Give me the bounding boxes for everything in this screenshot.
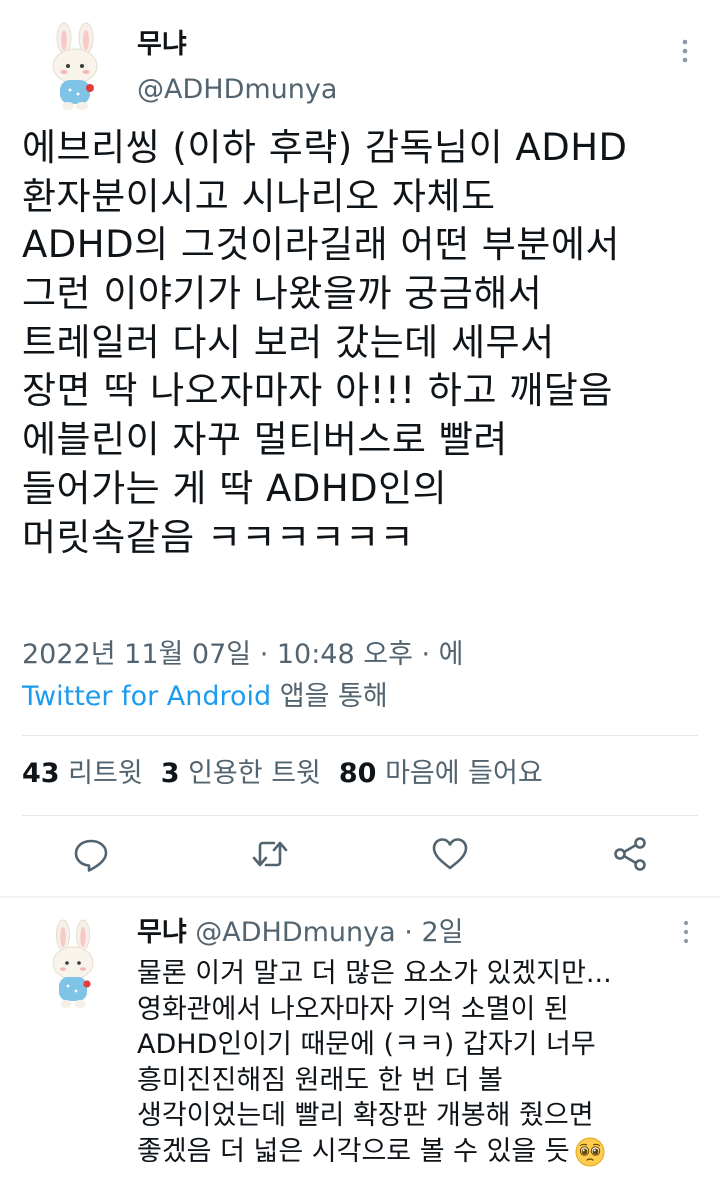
tweet-text-line: 에브리씽 (이하 후략) 감독님이 ADHD — [22, 126, 628, 169]
reply-time[interactable]: · 2일 — [404, 917, 463, 948]
divider — [22, 815, 698, 816]
share-icon[interactable] — [610, 834, 650, 874]
heart-icon[interactable] — [430, 834, 470, 874]
source-app-link[interactable]: Twitter for Android — [22, 681, 271, 712]
tweet-text-line: 장면 딱 나오자마자 아!!! 하고 깨달음 — [22, 369, 613, 413]
tweet-text-line: 들어가는 게 딱 ADHD인의 — [22, 466, 448, 510]
more-vertical-icon[interactable] — [670, 36, 700, 66]
reply-text-line: 물론 이거 말고 더 많은 요소가 있겠지만... — [137, 958, 612, 989]
quotes-stat[interactable]: 3 인용한 트윗 — [161, 758, 321, 789]
tweet-text-line: ADHD의 그것이라길래 어떤 부분에서 — [22, 223, 620, 267]
reply-text-line: 생각이었는데 빨리 확장판 개봉해 줬으면 — [137, 1100, 594, 1131]
display-name[interactable]: 무냐 — [137, 28, 187, 62]
reply-icon[interactable] — [71, 834, 111, 874]
section-separator — [0, 896, 720, 898]
tweet-action-bar — [0, 834, 720, 878]
avatar[interactable] — [40, 22, 112, 112]
reply-text-line: 영화관에서 나오자마자 기억 소멸이 된 — [137, 993, 569, 1025]
reply-display-name[interactable]: 무냐 — [137, 917, 187, 948]
likes-stat[interactable]: 80 마음에 들어요 — [339, 758, 543, 789]
reply-avatar[interactable] — [42, 918, 106, 1010]
tweet-detail-page: 무냐 @ADHDmunya 에브리씽 (이하 후략) 감독님이 ADHD 환자분… — [0, 0, 720, 1203]
reply-handle[interactable]: @ADHDmunya — [195, 917, 395, 948]
reply-text-line: ADHD인이기 때문에 (ㅋㅋ) 갑자기 너무 — [137, 1029, 596, 1060]
tweet-timestamp[interactable]: 2022년 11월 07일 · 10:48 오후 · 에 — [22, 638, 464, 672]
tweet-text-line: 에블린이 자꾸 멀티버스로 빨려 — [22, 418, 508, 462]
more-vertical-icon[interactable] — [672, 918, 700, 946]
tweet-text-line: 트레일러 다시 보러 갔는데 세무서 — [22, 320, 555, 364]
reply-header: 무냐 @ADHDmunya · 2일 — [137, 916, 463, 950]
reply-text-line: 좋겠음 더 넓은 시각으로 볼 수 있을 듯 — [137, 1135, 570, 1167]
retweets-count: 43 — [22, 758, 60, 789]
tweet-text-line: 그런 이야기가 나왔을까 궁금해서 — [22, 272, 543, 316]
source-suffix: 앱을 통해 — [271, 681, 388, 712]
retweets-label: 리트윗 — [68, 758, 143, 789]
tweet-source: Twitter for Android 앱을 통해 — [22, 680, 388, 714]
retweet-icon[interactable] — [250, 834, 290, 874]
quotes-count: 3 — [160, 758, 180, 789]
tweet-text-line: 머릿속같음 ㅋㅋㅋㅋㅋㅋ — [22, 515, 415, 559]
likes-count: 80 — [338, 758, 377, 789]
tweet-text: 에브리씽 (이하 후략) 감독님이 ADHD 환자분이시고 시나리오 자체도 A… — [22, 124, 712, 562]
tweet-text-line: 환자분이시고 시나리오 자체도 — [22, 174, 496, 218]
reply-text: 물론 이거 말고 더 많은 요소가 있겠지만... 영화관에서 나오자마자 기억… — [137, 956, 707, 1169]
retweets-stat[interactable]: 43 리트윗 — [22, 758, 143, 789]
likes-label: 마음에 들어요 — [385, 758, 543, 789]
divider — [22, 735, 698, 736]
reply-text-line: 흥미진진해짐 원래도 한 번 더 볼 — [137, 1064, 503, 1096]
tweet-header: 무냐 @ADHDmunya — [0, 0, 720, 120]
pleading-face-emoji — [575, 1137, 605, 1167]
tweet-stats: 43 리트윗 3 인용한 트윗 80 마음에 들어요 — [22, 757, 543, 791]
reply-text-line-with-emoji: 좋겠음 더 넓은 시각으로 볼 수 있을 듯 — [137, 1134, 707, 1170]
quotes-label: 인용한 트윗 — [188, 758, 321, 789]
user-handle[interactable]: @ADHDmunya — [137, 73, 337, 107]
